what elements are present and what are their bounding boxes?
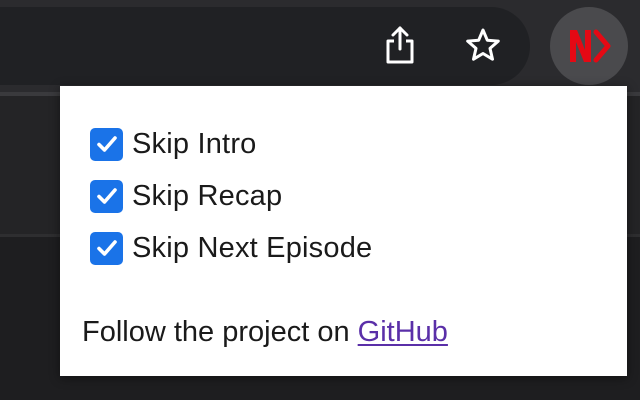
share-button[interactable] (375, 20, 425, 70)
popup-footer: Follow the project on GitHub (82, 312, 448, 352)
address-bar[interactable] (0, 7, 530, 85)
checkmark-icon (96, 240, 117, 256)
checkmark-icon (96, 136, 117, 152)
skip-intro-label: Skip Intro (132, 128, 257, 160)
share-icon (386, 26, 414, 64)
skip-recap-checkbox[interactable] (90, 179, 123, 213)
skip-recap-option[interactable]: Skip Recap (90, 174, 282, 218)
skip-next-episode-option[interactable]: Skip Next Episode (90, 226, 372, 270)
github-link[interactable]: GitHub (358, 316, 448, 348)
skip-next-episode-label: Skip Next Episode (132, 232, 373, 264)
extension-button[interactable] (550, 7, 628, 85)
skip-intro-option[interactable]: Skip Intro (90, 122, 257, 166)
checkmark-icon (96, 188, 117, 204)
star-icon (466, 28, 500, 61)
bookmark-star-button[interactable] (458, 20, 508, 70)
footer-text: Follow the project on (82, 316, 358, 348)
extension-popup: Skip Intro Skip Recap Skip Next Episode … (60, 86, 627, 376)
netflix-skipper-extension-icon (570, 29, 611, 63)
skip-next-episode-checkbox[interactable] (90, 231, 123, 265)
browser-toolbar (0, 0, 640, 92)
skip-intro-checkbox[interactable] (90, 127, 123, 161)
browser-window: Skip Intro Skip Recap Skip Next Episode … (0, 0, 640, 400)
skip-recap-label: Skip Recap (132, 180, 283, 212)
